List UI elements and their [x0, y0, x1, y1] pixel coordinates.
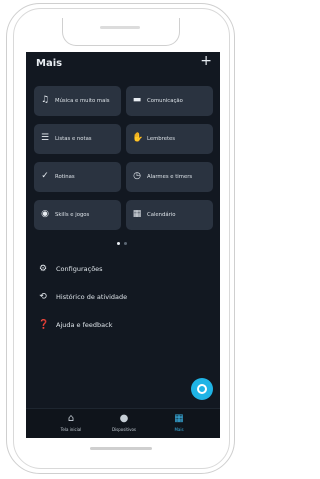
tile-communication[interactable]: ▬ Comunicação: [126, 86, 213, 116]
menu-item-help[interactable]: ❓ Ajuda e feedback: [26, 316, 220, 334]
tab-home[interactable]: ⌂ Tela inicial: [46, 413, 96, 437]
history-icon: ⟲: [39, 292, 47, 302]
tile-label: Rotinas: [55, 174, 75, 180]
tile-label: Música e muito mais: [55, 98, 110, 104]
tab-devices[interactable]: ● Dispositivos: [99, 413, 149, 437]
tile-label: Alarmes e timers: [147, 174, 193, 180]
menu-item-label: Histórico de atividade: [56, 293, 128, 301]
home-icon: ⌂: [67, 413, 75, 424]
header: Mais +: [26, 52, 220, 76]
bottom-tab-bar: ⌂ Tela inicial ● Dispositivos ▦ Mais: [26, 408, 220, 438]
music-note-icon: ♫: [40, 95, 50, 105]
phone-speaker: [100, 26, 140, 29]
home-indicator: [90, 447, 152, 450]
gear-icon: ⚙: [38, 264, 48, 274]
tab-label: Dispositivos: [111, 427, 137, 432]
alarm-clock-icon: ◷: [133, 171, 141, 181]
menu-item-label: Configurações: [56, 265, 103, 273]
tile-label: Listas e notas: [55, 136, 92, 142]
alexa-ring-icon: [197, 384, 207, 394]
reminder-hand-icon: ✋: [132, 133, 144, 143]
device-icon: ●: [119, 413, 129, 424]
more-grid-icon: ▦: [174, 413, 184, 424]
tile-label: Skills e jogos: [55, 212, 90, 218]
help-icon: ❓: [38, 320, 50, 330]
page-title: Mais: [36, 58, 63, 69]
page-dot[interactable]: [124, 242, 127, 245]
tile-label: Lembretes: [147, 136, 176, 142]
plus-icon[interactable]: +: [200, 54, 212, 68]
list-icon: ☰: [40, 133, 50, 143]
location-pin-icon: ◉: [41, 209, 49, 219]
tab-more[interactable]: ▦ Mais: [154, 413, 204, 437]
tile-alarms[interactable]: ◷ Alarmes e timers: [126, 162, 213, 192]
tile-label: Calendário: [147, 212, 176, 218]
routine-check-icon: ✓: [41, 171, 49, 181]
app-screen: Mais + ♫ Música e muito mais ▬ Comunicaç…: [26, 52, 220, 438]
alexa-voice-button[interactable]: [191, 378, 213, 400]
page-dot-active[interactable]: [117, 242, 120, 245]
menu-item-settings[interactable]: ⚙ Configurações: [26, 260, 220, 278]
tab-label: Mais: [174, 427, 184, 432]
tile-skills[interactable]: ◉ Skills e jogos: [34, 200, 121, 230]
tile-music[interactable]: ♫ Música e muito mais: [34, 86, 121, 116]
menu-item-label: Ajuda e feedback: [56, 321, 113, 329]
phone-notch: [62, 18, 180, 46]
tile-label: Comunicação: [147, 98, 183, 104]
menu-item-history[interactable]: ⟲ Histórico de atividade: [26, 288, 220, 306]
tab-label: Tela inicial: [60, 427, 82, 432]
tile-lists[interactable]: ☰ Listas e notas: [34, 124, 121, 154]
tile-calendar[interactable]: ▦ Calendário: [126, 200, 213, 230]
chat-bubble-icon: ▬: [132, 95, 142, 105]
calendar-icon: ▦: [132, 209, 142, 219]
tile-reminders[interactable]: ✋ Lembretes: [126, 124, 213, 154]
tile-routines[interactable]: ✓ Rotinas: [34, 162, 121, 192]
